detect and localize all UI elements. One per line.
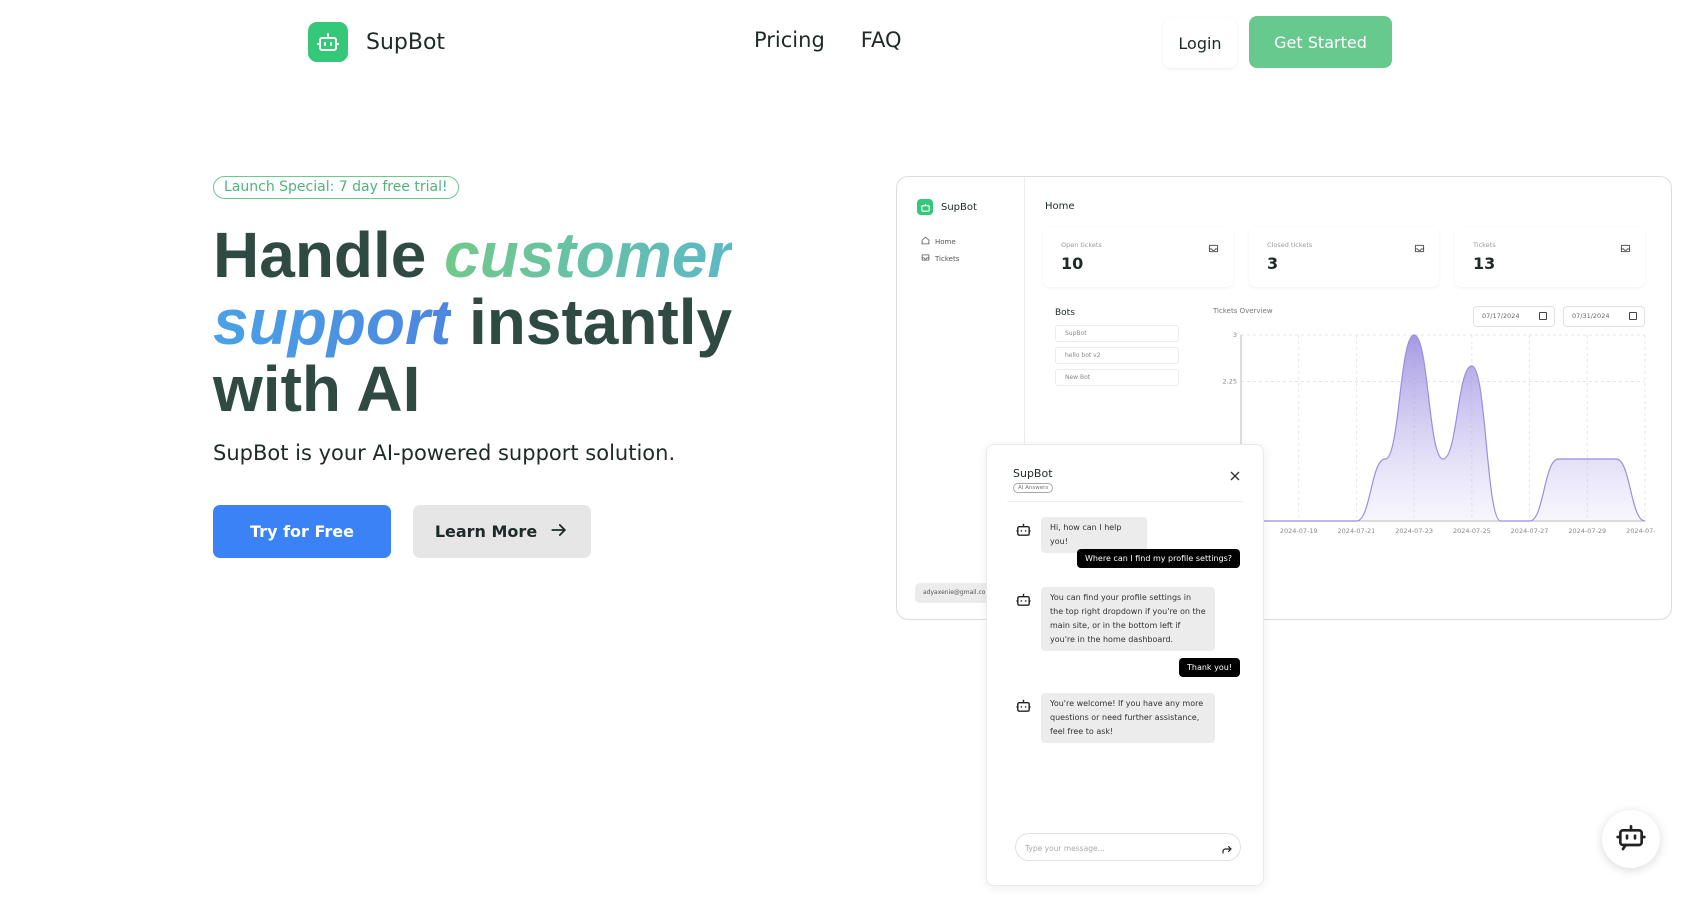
hero-title-handle: Handle bbox=[213, 219, 427, 291]
sidebar-item-label: Home bbox=[935, 237, 956, 246]
chat-message-user: Thank you! bbox=[1178, 658, 1240, 677]
chat-message-bot: You can find your profile settings in th… bbox=[1041, 587, 1215, 651]
data-point bbox=[1586, 458, 1589, 460]
data-point bbox=[1471, 365, 1473, 367]
robot-icon bbox=[308, 22, 348, 62]
send-icon[interactable] bbox=[1221, 841, 1233, 860]
launch-special-badge: Launch Special: 7 day free trial! bbox=[213, 176, 459, 199]
data-point bbox=[1442, 458, 1444, 460]
x-tick-label: 2024-07-23 bbox=[1395, 527, 1433, 535]
dashboard-brand-name: SupBot bbox=[941, 201, 977, 213]
bot-list-item[interactable]: hello bot v2 bbox=[1055, 347, 1179, 364]
date-from-input[interactable]: 07/17/2024 bbox=[1473, 306, 1555, 327]
sidebar-item-label: Tickets bbox=[935, 254, 960, 263]
brand-name: SupBot bbox=[366, 29, 446, 55]
dashboard-nav: Home Tickets bbox=[921, 233, 959, 267]
data-point bbox=[1644, 520, 1646, 522]
inbox-icon bbox=[1620, 239, 1631, 258]
stat-label: Closed tickets bbox=[1267, 241, 1313, 249]
hero-subtitle: SupBot is your AI-powered support soluti… bbox=[213, 441, 676, 465]
x-tick-label: 2024-07-31 bbox=[1626, 527, 1655, 535]
date-to-input[interactable]: 07/31/2024 bbox=[1563, 306, 1645, 327]
bot-avatar-icon bbox=[1015, 697, 1032, 718]
y-tick-label: 3 bbox=[1233, 331, 1237, 339]
bot-list-item[interactable]: New Bot bbox=[1055, 369, 1179, 386]
login-button[interactable]: Login bbox=[1163, 18, 1237, 68]
x-tick-label: 2024-07-25 bbox=[1453, 527, 1491, 535]
stat-label: Tickets bbox=[1473, 241, 1496, 249]
chat-input-box bbox=[1015, 833, 1241, 861]
chat-title: SupBot bbox=[1013, 467, 1053, 480]
nav-pricing-link[interactable]: Pricing bbox=[754, 28, 825, 52]
brand[interactable]: SupBot bbox=[308, 22, 445, 62]
bot-list-item[interactable]: SupBot bbox=[1055, 325, 1179, 342]
stat-card-tickets: Tickets 13 bbox=[1455, 227, 1645, 287]
calendar-icon bbox=[1629, 312, 1637, 320]
sidebar-item-tickets[interactable]: Tickets bbox=[921, 250, 959, 267]
stat-value: 10 bbox=[1061, 254, 1084, 273]
hero-title: Handle customer support instantly with A… bbox=[213, 222, 773, 423]
arrow-right-icon bbox=[549, 520, 569, 544]
hero-title-with-ai: with AI bbox=[213, 353, 421, 425]
date-from-value: 07/17/2024 bbox=[1482, 312, 1520, 320]
inbox-icon bbox=[921, 253, 930, 264]
stat-card-open-tickets: Open tickets 10 bbox=[1043, 227, 1233, 287]
inbox-icon bbox=[1208, 239, 1219, 258]
stat-label: Open tickets bbox=[1061, 241, 1102, 249]
chat-message-user: Where can I find my profile settings? bbox=[1076, 549, 1240, 568]
stat-value: 13 bbox=[1473, 254, 1496, 273]
main-nav: Pricing FAQ bbox=[754, 28, 901, 52]
nav-faq-link[interactable]: FAQ bbox=[861, 28, 902, 52]
dashboard-page-title: Home bbox=[1045, 201, 1075, 212]
x-tick-label: 2024-07-29 bbox=[1568, 527, 1606, 535]
bot-avatar-icon bbox=[1015, 521, 1032, 542]
try-for-free-button[interactable]: Try for Free bbox=[213, 505, 391, 558]
x-tick-label: 2024-07-21 bbox=[1338, 527, 1376, 535]
chat-message-bot: Hi, how can I help you! bbox=[1041, 517, 1147, 553]
sidebar-item-home[interactable]: Home bbox=[921, 233, 959, 250]
chat-launcher-button[interactable] bbox=[1602, 810, 1660, 868]
dashboard-brand: SupBot bbox=[917, 199, 977, 215]
get-started-button[interactable]: Get Started bbox=[1249, 16, 1392, 68]
chat-divider bbox=[1007, 501, 1243, 502]
site-header: SupBot Pricing FAQ Login Get Started bbox=[0, 0, 1688, 86]
bot-avatar-icon bbox=[1015, 591, 1032, 612]
calendar-icon bbox=[1539, 312, 1547, 320]
data-point bbox=[1557, 458, 1560, 460]
data-point bbox=[1269, 520, 1271, 522]
learn-more-button[interactable]: Learn More bbox=[413, 505, 591, 558]
stat-value: 3 bbox=[1267, 254, 1279, 273]
chart-area-fill bbox=[1241, 335, 1645, 521]
date-to-value: 07/31/2024 bbox=[1572, 312, 1610, 320]
data-point bbox=[1326, 520, 1329, 522]
data-point bbox=[1499, 520, 1502, 522]
chat-message-input[interactable] bbox=[1025, 841, 1205, 855]
data-point bbox=[1615, 458, 1617, 460]
home-icon bbox=[921, 236, 930, 247]
chart-title: Tickets Overview bbox=[1213, 307, 1273, 315]
data-point bbox=[1528, 520, 1531, 522]
learn-more-label: Learn More bbox=[434, 522, 538, 541]
stat-card-closed-tickets: Closed tickets 3 bbox=[1249, 227, 1439, 287]
x-tick-label: 2024-07-27 bbox=[1511, 527, 1549, 535]
data-point bbox=[1413, 334, 1415, 336]
tickets-overview-chart: 2024-07-19 2024-07-21 2024-07-23 2024-07-25… bbox=[1223, 331, 1655, 535]
x-tick-label: 2024-07-19 bbox=[1280, 527, 1318, 535]
y-tick-label: 2.25 bbox=[1223, 378, 1237, 386]
inbox-icon bbox=[1414, 239, 1425, 258]
close-icon[interactable] bbox=[1229, 467, 1241, 481]
hero-title-customer: customer bbox=[444, 219, 733, 291]
chat-message-bot: You're welcome! If you have any more que… bbox=[1041, 693, 1215, 743]
hero-title-instantly: instantly bbox=[468, 286, 733, 358]
data-point bbox=[1297, 520, 1300, 522]
ai-answers-badge: AI Answers bbox=[1013, 483, 1054, 493]
data-point bbox=[1384, 458, 1387, 460]
data-point bbox=[1355, 520, 1358, 522]
chat-widget: SupBot AI Answers Hi, how can I help you… bbox=[986, 444, 1264, 886]
bots-heading: Bots bbox=[1055, 308, 1075, 318]
robot-chat-icon bbox=[1615, 821, 1647, 857]
hero-title-support: support bbox=[213, 286, 452, 358]
robot-icon bbox=[917, 199, 933, 215]
